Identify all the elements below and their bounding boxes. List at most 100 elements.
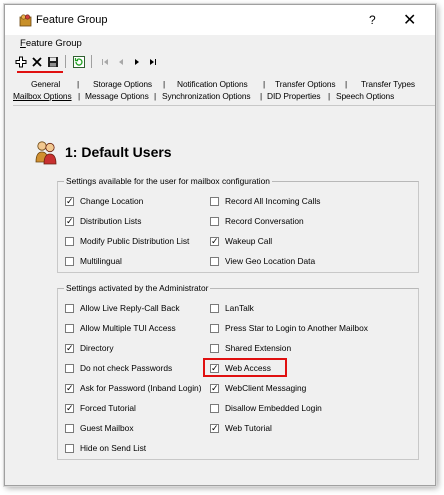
close-button[interactable]: ✕ bbox=[403, 10, 416, 30]
checkbox-label: Directory bbox=[80, 343, 114, 353]
checkbox-box[interactable]: ✓ bbox=[65, 215, 74, 226]
tab-separator: | bbox=[78, 91, 81, 101]
checkbox-view-geo-location-data[interactable]: View Geo Location Data bbox=[210, 255, 315, 267]
checkbox-guest-mailbox[interactable]: Guest Mailbox bbox=[65, 422, 134, 434]
checkbox-wakeup-call[interactable]: ✓ Wakeup Call bbox=[210, 235, 272, 247]
checkbox-forced-tutorial[interactable]: ✓ Forced Tutorial bbox=[65, 402, 136, 414]
checkbox-box[interactable] bbox=[210, 343, 219, 353]
checkbox-box[interactable] bbox=[210, 256, 219, 266]
page-title: 1: Default Users bbox=[65, 144, 172, 160]
admin-settings-group: Settings activated by the Administrator … bbox=[57, 283, 419, 460]
tab-synchronization-options[interactable]: Synchronization Options bbox=[162, 91, 251, 101]
check-icon: ✓ bbox=[211, 422, 219, 433]
checkbox-box[interactable] bbox=[65, 256, 74, 266]
checkbox-label: Ask for Password (Inband Login) bbox=[80, 383, 202, 393]
checkbox-box[interactable] bbox=[210, 303, 219, 313]
checkbox-box[interactable]: ✓ bbox=[65, 342, 74, 353]
checkbox-box[interactable]: ✓ bbox=[210, 235, 219, 246]
feature-group-window: Feature Group ? ✕ Feature Group General … bbox=[4, 4, 436, 486]
checkbox-multilingual[interactable]: Multilingual bbox=[65, 255, 122, 267]
checkbox-directory[interactable]: ✓ Directory bbox=[65, 342, 114, 354]
save-icon[interactable] bbox=[45, 54, 60, 69]
checkbox-box[interactable]: ✓ bbox=[65, 195, 74, 206]
tab-separator: | bbox=[328, 91, 331, 101]
checkbox-label: Record All Incoming Calls bbox=[225, 196, 321, 206]
checkbox-distribution-lists[interactable]: ✓ Distribution Lists bbox=[65, 215, 141, 227]
checkbox-change-location[interactable]: ✓ Change Location bbox=[65, 195, 143, 207]
checkbox-label: Press Star to Login to Another Mailbox bbox=[225, 323, 368, 333]
check-icon: ✓ bbox=[66, 195, 74, 206]
tab-mailbox-options[interactable]: Mailbox Options bbox=[13, 91, 72, 101]
user-settings-group: Settings available for the user for mail… bbox=[57, 176, 419, 273]
checkbox-box[interactable] bbox=[210, 323, 219, 333]
checkbox-ask-for-password[interactable]: ✓ Ask for Password (Inband Login) bbox=[65, 382, 202, 394]
check-icon: ✓ bbox=[211, 235, 219, 246]
checkbox-label: Hide on Send List bbox=[80, 443, 147, 453]
annotation-underline bbox=[17, 71, 63, 73]
check-icon: ✓ bbox=[66, 215, 74, 226]
checkbox-allow-multiple-tui-access[interactable]: Allow Multiple TUI Access bbox=[65, 322, 176, 334]
tab-transfer-options[interactable]: Transfer Options bbox=[275, 79, 336, 89]
tab-speech-options[interactable]: Speech Options bbox=[336, 91, 394, 101]
tab-separator: | bbox=[77, 79, 80, 89]
checkbox-box[interactable]: ✓ bbox=[65, 383, 74, 393]
toolbar-separator bbox=[65, 55, 66, 68]
checkbox-lantalk[interactable]: LanTalk bbox=[210, 302, 254, 314]
tab-transfer-types[interactable]: Transfer Types bbox=[361, 79, 415, 89]
checkbox-label: Guest Mailbox bbox=[80, 423, 134, 433]
toolbar-separator bbox=[91, 55, 92, 68]
checkbox-box[interactable] bbox=[65, 303, 74, 313]
tab-general[interactable]: General bbox=[31, 79, 60, 89]
tab-did-properties[interactable]: DID Properties bbox=[267, 91, 321, 101]
checkbox-label: Allow Multiple TUI Access bbox=[80, 323, 176, 333]
checkbox-box[interactable]: ✓ bbox=[210, 422, 219, 433]
checkbox-label: Multilingual bbox=[80, 256, 122, 266]
menu-feature-group[interactable]: Feature Group bbox=[20, 38, 82, 49]
checkbox-hide-on-send-list[interactable]: Hide on Send List bbox=[65, 442, 146, 454]
tab-separator: | bbox=[163, 79, 166, 89]
title-bar: Feature Group ? ✕ bbox=[5, 5, 435, 35]
checkbox-box[interactable] bbox=[65, 443, 74, 453]
checkbox-press-star-to-login[interactable]: Press Star to Login to Another Mailbox bbox=[210, 322, 368, 334]
checkbox-label: Shared Extension bbox=[225, 343, 292, 353]
checkbox-label: Disallow Embedded Login bbox=[225, 403, 322, 413]
checkbox-record-all-incoming-calls[interactable]: Record All Incoming Calls bbox=[210, 195, 320, 207]
checkbox-label: Distribution Lists bbox=[80, 216, 142, 226]
checkbox-label: Forced Tutorial bbox=[80, 403, 136, 413]
next-record-icon[interactable] bbox=[129, 54, 144, 69]
checkbox-box[interactable] bbox=[65, 363, 74, 373]
users-icon bbox=[33, 140, 59, 168]
tab-separator: | bbox=[345, 79, 348, 89]
checkbox-disallow-embedded-login[interactable]: Disallow Embedded Login bbox=[210, 402, 322, 414]
check-icon: ✓ bbox=[66, 342, 74, 353]
previous-record-icon[interactable] bbox=[113, 54, 128, 69]
checkbox-shared-extension[interactable]: Shared Extension bbox=[210, 342, 291, 354]
checkbox-label: Allow Live Reply-Call Back bbox=[80, 303, 180, 313]
tab-notification-options[interactable]: Notification Options bbox=[177, 79, 248, 89]
checkbox-box[interactable] bbox=[65, 236, 74, 246]
tab-message-options[interactable]: Message Options bbox=[85, 91, 149, 101]
checkbox-record-conversation[interactable]: Record Conversation bbox=[210, 215, 304, 227]
tab-control: General | Storage Options | Notification… bbox=[11, 79, 435, 483]
checkbox-modify-public-distribution-list[interactable]: Modify Public Distribution List bbox=[65, 235, 189, 247]
checkbox-box[interactable] bbox=[210, 216, 219, 226]
checkbox-box[interactable] bbox=[65, 323, 74, 333]
checkbox-webclient-messaging[interactable]: ✓ WebClient Messaging bbox=[210, 382, 306, 394]
first-record-icon[interactable] bbox=[97, 54, 112, 69]
checkbox-label: Do not check Passwords bbox=[80, 363, 173, 373]
checkbox-box[interactable]: ✓ bbox=[210, 383, 219, 393]
checkbox-box[interactable]: ✓ bbox=[65, 403, 74, 413]
checkbox-web-tutorial[interactable]: ✓ Web Tutorial bbox=[210, 422, 272, 434]
checkbox-box[interactable] bbox=[65, 423, 74, 433]
last-record-icon[interactable] bbox=[145, 54, 160, 69]
tab-separator: | bbox=[263, 79, 266, 89]
checkbox-do-not-check-passwords[interactable]: Do not check Passwords bbox=[65, 362, 172, 374]
checkbox-box[interactable] bbox=[210, 403, 219, 413]
checkbox-box[interactable] bbox=[210, 196, 219, 206]
tab-storage-options[interactable]: Storage Options bbox=[93, 79, 152, 89]
refresh-icon[interactable] bbox=[71, 54, 86, 69]
add-icon[interactable] bbox=[13, 54, 28, 69]
delete-icon[interactable] bbox=[29, 54, 44, 69]
checkbox-allow-live-reply-call-back[interactable]: Allow Live Reply-Call Back bbox=[65, 302, 180, 314]
help-button[interactable]: ? bbox=[369, 13, 376, 27]
